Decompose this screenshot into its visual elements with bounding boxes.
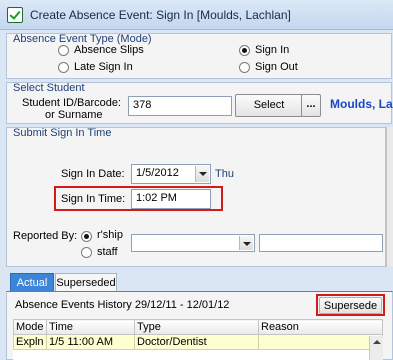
event-type-group: Absence Event Type (Mode) Absence Slips … [6,33,392,79]
select-student-legend: Select Student [13,82,85,94]
radio-rship[interactable] [81,231,92,242]
reported-by-label: Reported By: [13,230,78,242]
sign-in-date-label: Sign In Date: [61,168,125,180]
sign-in-time-input[interactable]: 1:02 PM [131,189,211,209]
date-dropdown-icon[interactable] [195,166,209,182]
radio-label-absence-slips[interactable]: Absence Slips [74,44,144,56]
radio-late-sign-in[interactable] [58,62,69,73]
radio-label-staff[interactable]: staff [97,246,118,258]
sign-in-date-picker[interactable]: 1/5/2012 [131,164,211,184]
column-header-time[interactable]: Time [46,319,135,335]
radio-sign-in[interactable] [239,45,250,56]
submit-sign-in-legend: Submit Sign In Time [13,127,112,139]
radio-label-rship[interactable]: r'ship [97,229,123,241]
radio-label-sign-in[interactable]: Sign In [255,44,289,56]
scroll-up-icon[interactable] [373,340,381,344]
history-grid: Mode Time Type Reason Expln 1/5 11:00 AM… [13,319,383,360]
reported-by-dropdown-icon[interactable] [239,236,253,250]
student-field-label: Student ID/Barcode: [22,97,122,109]
reported-by-combo[interactable] [131,234,255,252]
sign-in-date-value: 1/5/2012 [136,167,179,179]
history-title: Absence Events History 29/12/11 - 12/01/… [15,299,230,311]
cell-mode: Expln [13,334,47,350]
column-header-mode[interactable]: Mode [13,319,47,335]
right-panel-edge [386,127,393,267]
cell-type: Doctor/Dentist [134,334,259,350]
history-scrollbar[interactable] [369,336,383,360]
column-header-reason[interactable]: Reason [258,319,383,335]
table-row[interactable]: Expln 1/5 11:00 AM Doctor/Dentist [13,334,383,350]
radio-staff[interactable] [81,247,92,258]
supersede-button[interactable]: Supersede [319,297,382,314]
cell-reason [258,334,383,350]
radio-absence-slips[interactable] [58,45,69,56]
window-title: Create Absence Event: Sign In [Moulds, L… [30,8,291,22]
tab-actual[interactable]: Actual [10,273,54,291]
radio-label-sign-out[interactable]: Sign Out [255,61,298,73]
more-button[interactable]: ... [301,94,321,117]
submit-sign-in-group: Submit Sign In Time Sign In Date: 1/5/20… [6,127,386,267]
reported-by-extra-field[interactable] [259,234,383,252]
radio-sign-out[interactable] [239,62,250,73]
select-button[interactable]: Select [235,94,303,117]
tab-superseded[interactable]: Superseded [55,273,117,291]
sign-in-day: Thu [215,168,234,180]
history-table: Mode Time Type Reason Expln 1/5 11:00 AM… [13,319,383,350]
student-field-label-2: or Surname [45,109,103,121]
cell-time: 1/5 11:00 AM [46,334,135,350]
history-header-row: Mode Time Type Reason [13,319,383,335]
sign-in-time-label: Sign In Time: [61,193,126,205]
title-bar: Create Absence Event: Sign In [Moulds, L… [0,0,393,30]
select-student-group: Select Student Student ID/Barcode: or Su… [6,82,393,124]
student-name-display: Moulds, La [330,97,393,111]
column-header-type[interactable]: Type [134,319,259,335]
history-panel: Absence Events History 29/12/11 - 12/01/… [6,291,393,360]
app-checkmark-icon [7,7,23,23]
student-id-input[interactable]: 378 [128,96,232,116]
radio-label-late-sign-in[interactable]: Late Sign In [74,61,133,73]
